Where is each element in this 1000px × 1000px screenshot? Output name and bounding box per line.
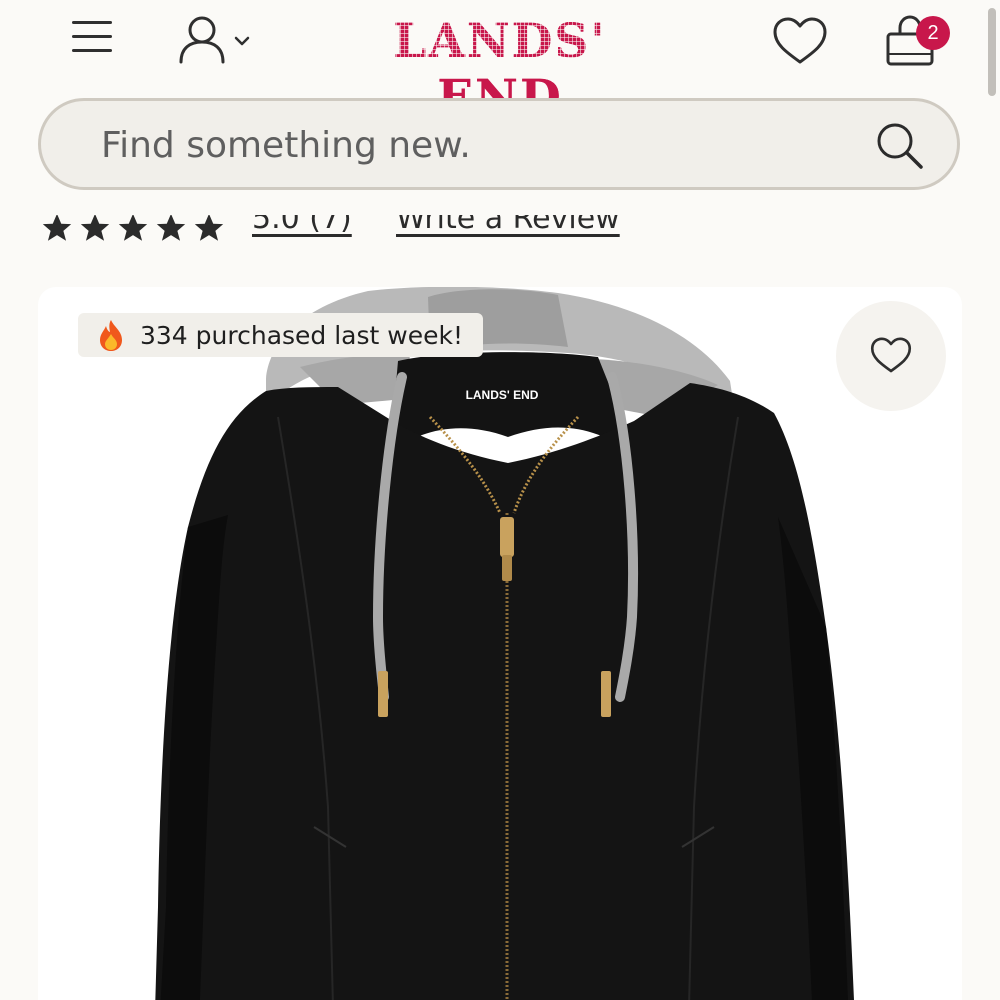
search-icon — [877, 123, 923, 169]
jacket-brand-label: LANDS' END — [466, 388, 539, 402]
star-rating — [40, 211, 230, 243]
cart-count-badge: 2 — [916, 16, 950, 50]
star-icon — [194, 213, 224, 241]
cart-button[interactable]: 2 — [880, 10, 960, 70]
product-image[interactable]: LANDS' END — [38, 287, 962, 1000]
heart-icon — [870, 337, 912, 373]
site-header: LANDS' END 2 — [0, 0, 1000, 125]
star-icon — [118, 213, 148, 241]
star-icon — [80, 213, 110, 241]
heart-icon — [773, 17, 827, 64]
purchase-count-text: 334 purchased last week! — [140, 320, 463, 350]
add-to-wishlist-button[interactable] — [836, 301, 946, 411]
brand-logo-text: LANDS' END — [393, 14, 607, 125]
hamburger-menu-icon[interactable] — [70, 18, 114, 54]
header-overlap — [0, 193, 1000, 215]
search-bar[interactable] — [38, 98, 960, 190]
star-icon — [156, 213, 186, 241]
scrollbar[interactable] — [988, 8, 996, 96]
search-button[interactable] — [873, 119, 927, 173]
product-page: LANDS' END 2 — [0, 0, 1000, 1000]
user-icon — [179, 16, 250, 64]
brand-logo[interactable]: LANDS' END — [332, 14, 668, 125]
purchase-count-badge: 334 purchased last week! — [78, 313, 483, 357]
wishlist-button[interactable] — [770, 14, 830, 70]
star-icon — [42, 213, 72, 241]
fire-icon — [100, 320, 122, 351]
account-button[interactable] — [176, 14, 260, 66]
product-card: LANDS' END 334 purchased last week! — [38, 287, 962, 1000]
search-input[interactable] — [101, 113, 841, 177]
